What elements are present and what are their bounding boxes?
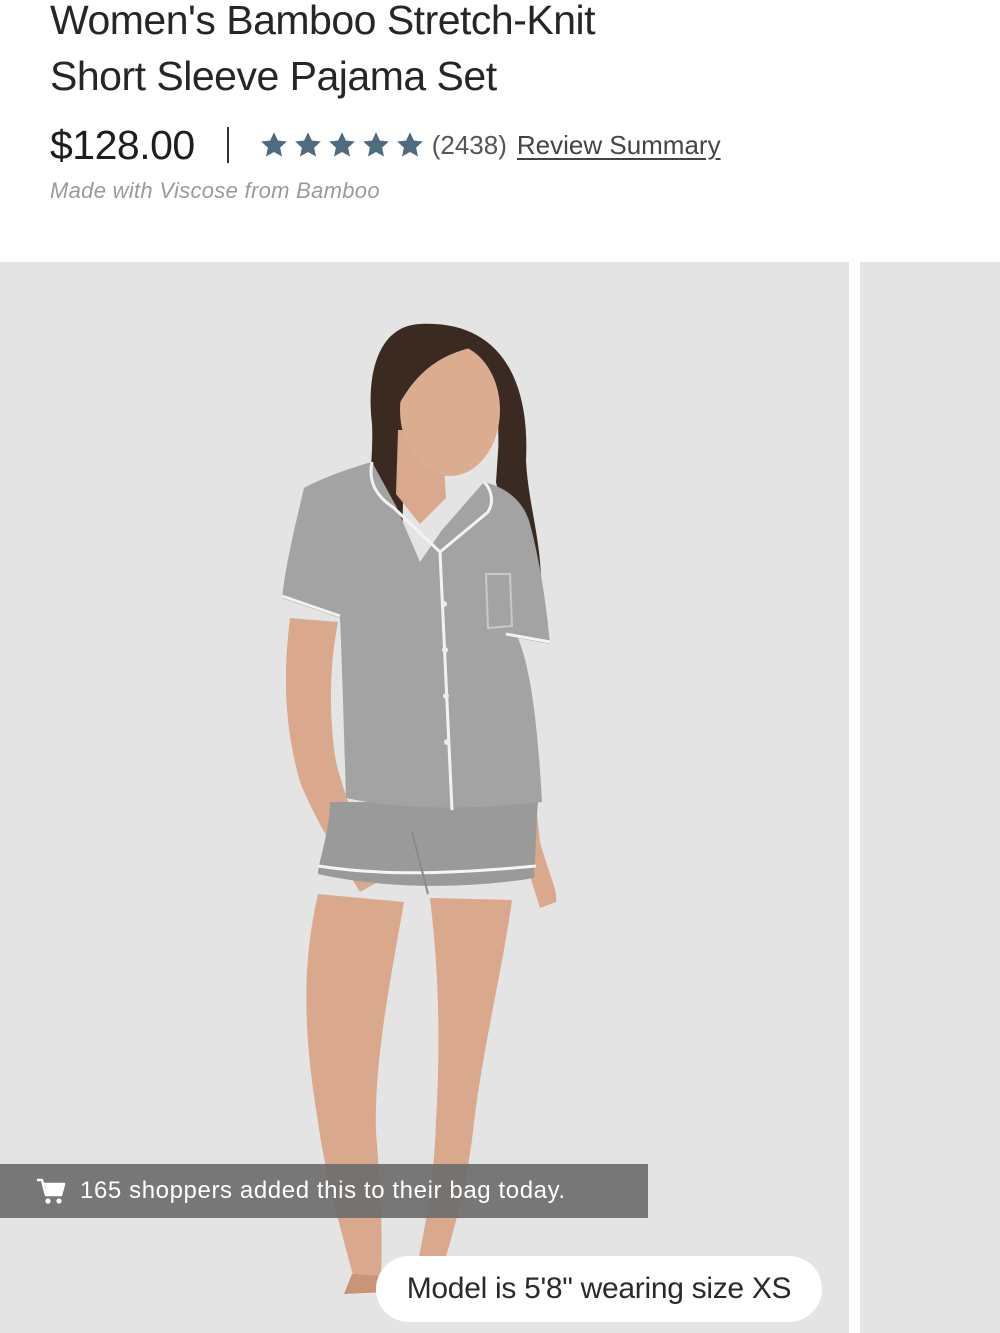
price-divider xyxy=(226,127,229,163)
product-image-gallery[interactable]: 165 shoppers added this to their bag tod… xyxy=(0,262,1000,1333)
product-title-line1: Women's Bamboo Stretch-Knit xyxy=(50,0,596,43)
star-rating[interactable]: (2438) xyxy=(259,130,507,161)
star-icon xyxy=(294,132,321,157)
star-icon xyxy=(396,132,423,157)
price-rating-row: $128.00 (2438) Review Summary xyxy=(50,120,721,170)
product-title-line2: Short Sleeve Pajama Set xyxy=(50,53,497,99)
shoppers-text: 165 shoppers added this to their bag tod… xyxy=(80,1177,566,1204)
product-title: Women's Bamboo Stretch-Knit Short Sleeve… xyxy=(50,0,950,104)
review-count[interactable]: (2438) xyxy=(432,130,507,161)
star-icon xyxy=(362,132,389,157)
product-page: Women's Bamboo Stretch-Knit Short Sleeve… xyxy=(0,0,1000,1333)
gallery-slide-next[interactable] xyxy=(860,262,1000,1333)
shoppers-banner: 165 shoppers added this to their bag tod… xyxy=(0,1164,648,1218)
star-icon xyxy=(260,132,287,157)
product-price: $128.00 xyxy=(50,121,195,168)
material-note: Made with Viscose from Bamboo xyxy=(50,178,380,203)
model-size-info: Model is 5'8" wearing size XS xyxy=(376,1256,822,1322)
cart-icon xyxy=(37,1178,66,1204)
gallery-slide-main[interactable]: 165 shoppers added this to their bag tod… xyxy=(0,262,849,1333)
star-icon xyxy=(328,132,355,157)
review-summary-link[interactable]: Review Summary xyxy=(517,130,721,161)
